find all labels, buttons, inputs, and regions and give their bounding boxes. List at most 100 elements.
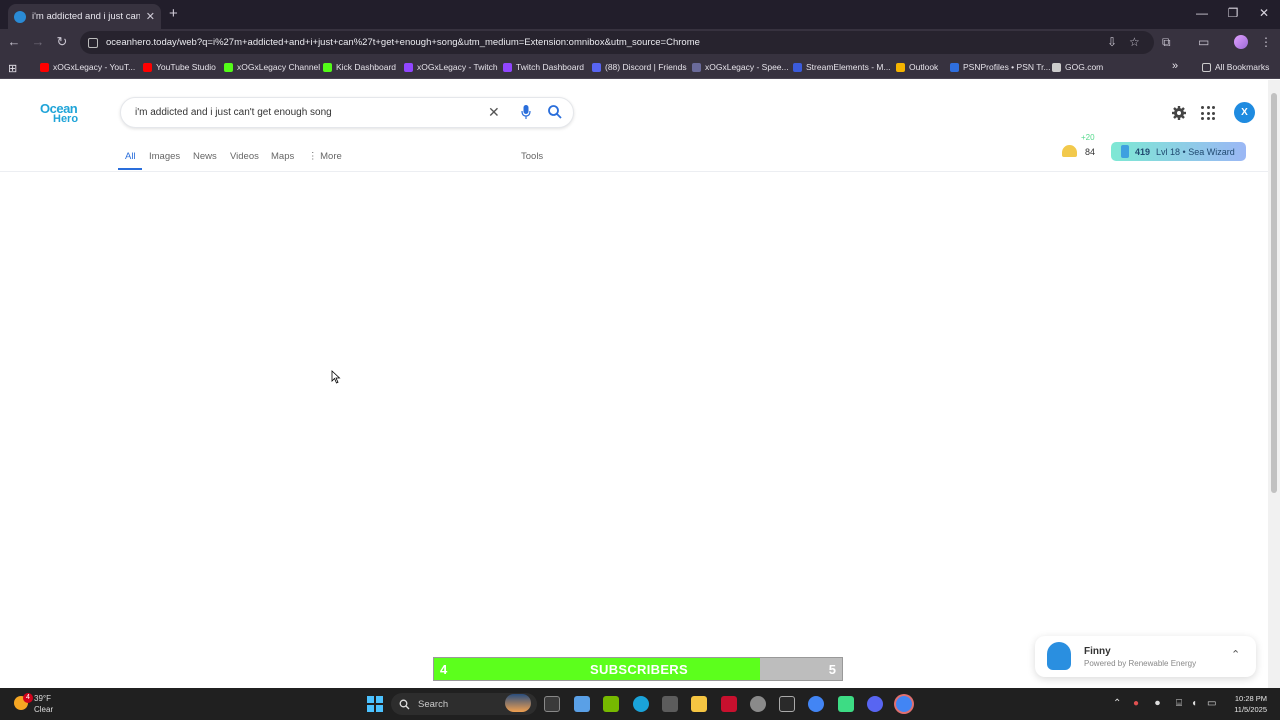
tab-maps[interactable]: Maps [271,151,294,162]
bookmark-label: xOGxLegacy Channel [237,62,321,72]
bookmark-item[interactable]: (88) Discord | Friends [592,62,687,72]
settings-gear-icon[interactable] [1171,105,1187,121]
side-panel-icon[interactable]: ▭ [1198,35,1209,49]
volume-icon[interactable]: ◖ [1191,698,1197,709]
logo-line2: Hero [53,113,79,125]
address-bar[interactable]: oceanhero.today/web?q=i%27m+addicted+and… [80,31,1154,54]
bookmark-item[interactable]: Outlook [896,62,938,72]
bookmark-favicon-icon [224,62,233,72]
mouse-cursor-icon [331,370,341,384]
clock[interactable]: 10:28 PM 11/5/2025 [1222,693,1267,715]
bookmark-favicon-icon [793,62,802,72]
microphone-icon[interactable] [521,104,531,120]
bottle-count: 419 [1135,146,1151,157]
bookmark-favicon-icon [323,62,332,72]
tab-close-button[interactable]: ✕ [146,10,155,23]
bookmark-item[interactable]: xOGxLegacy - Twitch [404,62,498,72]
bottle-icon [1121,145,1129,158]
tab-all[interactable]: All [125,151,136,162]
active-tab-underline [118,168,142,170]
taskbar-search-placeholder: Search [418,698,449,710]
chevron-up-icon[interactable]: ⌃ [1231,648,1240,661]
tools-button[interactable]: Tools [521,151,543,162]
bookmark-item[interactable]: GOG.com [1052,62,1103,72]
bookmarks-overflow-icon[interactable]: » [1172,60,1178,72]
nvidia-icon[interactable] [603,696,619,712]
bookmark-favicon-icon [404,62,413,72]
microphone-tray-icon[interactable]: ⏺ [1155,698,1160,709]
menu-icon[interactable]: ⋮ [1260,35,1272,49]
bookmark-item[interactable]: PSNProfiles • PSN Tr... [950,62,1051,72]
finny-chat-widget[interactable]: Finny Powered by Renewable Energy ⌃ [1035,636,1256,677]
search-input[interactable]: i'm addicted and i just can't get enough… [135,107,332,118]
search-box[interactable]: i'm addicted and i just can't get enough… [120,97,574,128]
bookmark-label: Outlook [909,62,939,72]
weather-badge: 4 [23,693,33,703]
capcut-icon[interactable] [779,696,795,712]
weather-widget[interactable]: 4 39°F Clear [12,692,72,716]
network-icon[interactable]: ⌸ [1176,698,1182,709]
all-bookmarks-label: All Bookmarks [1215,62,1270,72]
user-avatar[interactable]: X [1234,102,1255,123]
chrome-icon[interactable] [808,696,824,712]
subscriber-goal: 5 [828,662,836,677]
apps-grid-icon[interactable]: ⊞ [8,62,17,75]
oceanhero-logo[interactable]: Ocean Hero [40,101,90,125]
all-bookmarks-button[interactable]: All Bookmarks [1202,62,1269,72]
install-app-icon[interactable]: ⇩ [1107,35,1117,49]
tab-news[interactable]: News [193,151,217,162]
bookmark-item[interactable]: YouTube Studio [143,62,216,72]
forward-button[interactable]: → [30,34,46,49]
level-badge[interactable]: 419 Lvl 18 • Sea Wizard [1111,142,1246,161]
new-tab-button[interactable]: + [169,5,178,22]
start-button[interactable] [367,696,383,712]
bookmark-item[interactable]: Kick Dashboard [323,62,396,72]
shell-bonus: +20 [1081,133,1095,142]
app-red-icon[interactable] [721,696,737,712]
bookmark-label: Kick Dashboard [336,62,397,72]
tray-app-icon[interactable]: ● [1133,698,1139,709]
tab-videos[interactable]: Videos [230,151,259,162]
settings-icon[interactable] [750,696,766,712]
scrollbar-thumb[interactable] [1271,93,1277,493]
bookmark-item[interactable]: xOGxLegacy - Spee... [692,62,789,72]
bookmark-label: PSNProfiles • PSN Tr... [963,62,1051,72]
bookmark-label: YouTube Studio [156,62,216,72]
clear-search-button[interactable]: ✕ [488,104,500,121]
bookmark-favicon-icon [40,62,49,72]
level-text: Lvl 18 • Sea Wizard [1156,146,1235,157]
tray-overflow-icon[interactable]: ⌃ [1113,698,1121,709]
close-window-button[interactable]: ✕ [1249,6,1279,20]
bookmark-favicon-icon [950,62,959,72]
back-button[interactable]: ← [6,34,22,49]
clock-time: 10:28 PM [1234,694,1267,703]
bookmark-item[interactable]: StreamElements - M... [793,62,891,72]
bookmark-item[interactable]: xOGxLegacy - YouT... [40,62,135,72]
edge-icon[interactable] [633,696,649,712]
search-icon[interactable] [546,103,564,121]
notepad-icon[interactable] [574,696,590,712]
bookmark-label: (88) Discord | Friends [605,62,687,72]
discord-icon[interactable] [867,696,883,712]
android-app-icon[interactable] [838,696,854,712]
bookmark-star-icon[interactable]: ☆ [1129,35,1140,49]
site-info-icon[interactable] [88,37,98,48]
tab-images[interactable]: Images [149,151,180,162]
task-view-icon[interactable] [544,696,560,712]
snipping-tool-icon[interactable] [662,696,678,712]
file-explorer-icon[interactable] [691,696,707,712]
battery-icon[interactable]: ▭ [1207,698,1216,709]
bookmark-item[interactable]: xOGxLegacy Channel [224,62,320,72]
browser-profile-icon[interactable] [1234,35,1248,49]
browser-tab[interactable]: i'm addicted and i just can't ge ✕ [8,4,161,29]
sunset-widget-icon[interactable] [505,694,531,712]
bookmark-label: xOGxLegacy - YouT... [53,62,136,72]
minimize-button[interactable]: — [1187,6,1217,20]
apps-grid-icon[interactable] [1201,106,1215,120]
chrome-active-icon[interactable] [896,696,912,712]
restore-button[interactable]: ❐ [1218,6,1248,20]
extensions-icon[interactable]: ⧉ [1162,35,1171,50]
reload-button[interactable]: ↻ [54,34,70,50]
tab-more[interactable]: ⋮ More [308,151,342,162]
bookmark-item[interactable]: Twitch Dashboard [503,62,584,72]
